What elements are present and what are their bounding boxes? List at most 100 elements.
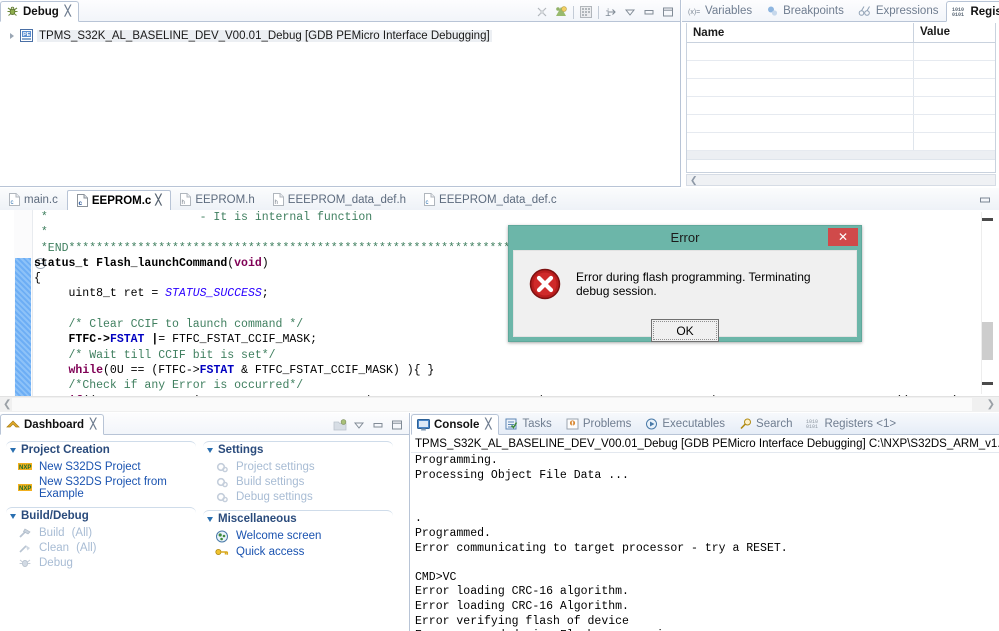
editor-horizontal-scrollbar[interactable]: ❮ ❯ <box>0 396 999 412</box>
instruction-stepping-icon[interactable] <box>579 5 593 19</box>
disconnect-icon[interactable] <box>535 5 549 19</box>
console-icon <box>417 418 430 431</box>
tab-breakpoints[interactable]: Breakpoints <box>760 0 852 21</box>
scroll-right-icon[interactable]: ❯ <box>987 399 995 410</box>
minimize-icon[interactable] <box>371 418 385 432</box>
close-icon[interactable]: ╳ <box>485 419 491 430</box>
item-label: Build <box>39 526 65 539</box>
close-icon[interactable]: ╳ <box>90 419 96 430</box>
tab-executables[interactable]: Executables <box>639 413 733 434</box>
debug-launch-label: TPMS_S32K_AL_BASELINE_DEV_V00.01_Debug [… <box>37 29 492 42</box>
tab-tasks[interactable]: Tasks <box>499 413 559 434</box>
close-icon[interactable]: ✕ <box>828 228 858 246</box>
tab-eeprom-c[interactable]: c EEPROM.c ╳ <box>66 190 172 211</box>
editor-scroll-thumb[interactable] <box>982 322 993 360</box>
item-label: Debug <box>39 556 73 569</box>
dialog-titlebar[interactable]: Error ✕ <box>509 226 861 248</box>
dashboard-item-welcome-screen[interactable]: Welcome screen <box>203 528 393 544</box>
debug-launch-row[interactable]: PE TPMS_S32K_AL_BASELINE_DEV_V00.01_Debu… <box>0 27 680 44</box>
relaunch-icon[interactable] <box>554 5 568 19</box>
dashboard-item-new-s32ds-project[interactable]: NXP New S32DS Project <box>6 459 196 474</box>
chevron-right-icon[interactable] <box>10 32 14 39</box>
close-icon[interactable]: ╳ <box>155 195 161 206</box>
tab-dashboard[interactable]: Dashboard ╳ <box>0 414 105 435</box>
section-header[interactable]: Build/Debug <box>6 507 196 525</box>
registers-horizontal-scrollbar[interactable]: ❮ <box>686 174 996 186</box>
tab-eeprom-c-label: EEPROM.c <box>91 194 152 207</box>
editor-tabbar: c main.c c EEPROM.c ╳ h EEPROM.h h EEEPR… <box>0 188 999 211</box>
tab-search[interactable]: Search <box>733 413 800 434</box>
gear-icon <box>215 491 229 503</box>
column-header-value[interactable]: Value <box>913 23 995 42</box>
dashboard-item-new-s32ds-project-from-example[interactable]: NXP New S32DS Project from Example <box>6 474 196 501</box>
maximize-icon[interactable] <box>390 418 404 432</box>
editor-vertical-scrollbar[interactable] <box>981 212 993 394</box>
tab-problems[interactable]: Problems <box>560 413 640 434</box>
dashboard-item-build-settings[interactable]: Build settings <box>203 474 393 489</box>
dashboard-item-debug-settings[interactable]: Debug settings <box>203 489 393 504</box>
step-into-icon[interactable]: i <box>604 5 618 20</box>
section-header[interactable]: Miscellaneous <box>203 510 393 528</box>
close-icon[interactable]: ╳ <box>65 6 71 17</box>
section-header[interactable]: Settings <box>203 441 393 459</box>
table-row[interactable] <box>687 115 995 133</box>
search-icon <box>739 418 752 430</box>
tab-eeprom-h[interactable]: h EEPROM.h <box>171 189 263 210</box>
maximize-icon[interactable] <box>661 5 675 19</box>
console-output[interactable]: Programming. Processing Object File Data… <box>411 454 999 631</box>
editor-overview-marker[interactable] <box>982 218 993 221</box>
tab-eeeprom-data-def-c-label: EEEPROM_data_def.c <box>439 193 557 206</box>
scroll-left-icon[interactable]: ❮ <box>687 175 995 185</box>
tab-variables[interactable]: (x)= Variables <box>682 0 760 21</box>
table-row[interactable] <box>687 43 995 61</box>
tab-debug[interactable]: Debug ╳ <box>0 1 79 22</box>
tab-expressions[interactable]: Expressions <box>852 0 947 21</box>
svg-text:h: h <box>274 200 277 206</box>
tab-registers-1[interactable]: 1010 0101 Registers <1> <box>800 413 904 434</box>
dialog-message-row: Error during flash programming. Terminat… <box>514 251 856 301</box>
tab-variables-label: Variables <box>705 5 753 17</box>
editor-overview-marker[interactable] <box>982 382 993 385</box>
table-row[interactable] <box>687 97 995 115</box>
dashboard-item-quick-access[interactable]: Quick access <box>203 544 393 559</box>
svg-text:i: i <box>605 8 611 19</box>
svg-text:NXP: NXP <box>19 465 31 471</box>
item-label: Build settings <box>236 475 305 488</box>
chevron-down-icon[interactable] <box>207 516 213 522</box>
tab-eeeprom-data-def-c[interactable]: c EEEPROM_data_def.c <box>415 189 566 210</box>
dashboard-item-project-settings[interactable]: Project settings <box>203 459 393 474</box>
dashboard-section-project-creation: Project Creation NXP New S32DS Project N… <box>6 441 196 501</box>
column-header-name[interactable]: Name <box>687 27 913 39</box>
tab-debug-label: Debug <box>23 5 59 18</box>
scroll-left-icon[interactable]: ❮ <box>3 399 11 410</box>
ok-button[interactable]: OK <box>651 319 719 342</box>
view-menu-icon[interactable] <box>623 5 637 19</box>
maximize-icon[interactable] <box>979 194 991 206</box>
tab-console[interactable]: Console ╳ <box>411 414 500 435</box>
tab-executables-label: Executables <box>662 418 726 430</box>
chevron-down-icon[interactable] <box>207 447 213 453</box>
debug-view-toolbar: i <box>535 5 680 21</box>
dashboard-item-clean[interactable]: Clean (All) <box>6 540 196 555</box>
editor-hscroll-thumb[interactable] <box>12 398 972 411</box>
table-row[interactable] <box>687 79 995 97</box>
tab-main-c[interactable]: c main.c <box>0 189 67 210</box>
svg-text:(x)=: (x)= <box>688 9 700 16</box>
dashboard-item-build[interactable]: Build (All) <box>6 525 196 540</box>
new-project-icon[interactable] <box>333 418 347 432</box>
editor-annotation-ruler[interactable] <box>0 210 15 412</box>
chevron-down-icon[interactable] <box>10 447 16 453</box>
c-file-icon: c <box>76 194 88 207</box>
tab-registers[interactable]: 10100101 Registers ╳ <box>946 1 999 22</box>
tab-eeeprom-data-def-h[interactable]: h EEEPROM_data_def.h <box>264 189 415 210</box>
chevron-down-icon[interactable] <box>10 513 16 519</box>
table-row[interactable] <box>687 61 995 79</box>
c-file-icon: c <box>9 193 20 206</box>
table-row[interactable] <box>687 133 995 151</box>
dashboard-item-debug[interactable]: Debug <box>6 555 196 570</box>
section-header[interactable]: Project Creation <box>6 441 196 459</box>
dashboard-icon <box>6 419 20 431</box>
debug-icon <box>18 557 32 569</box>
minimize-icon[interactable] <box>642 5 656 19</box>
view-menu-icon[interactable] <box>352 418 366 432</box>
